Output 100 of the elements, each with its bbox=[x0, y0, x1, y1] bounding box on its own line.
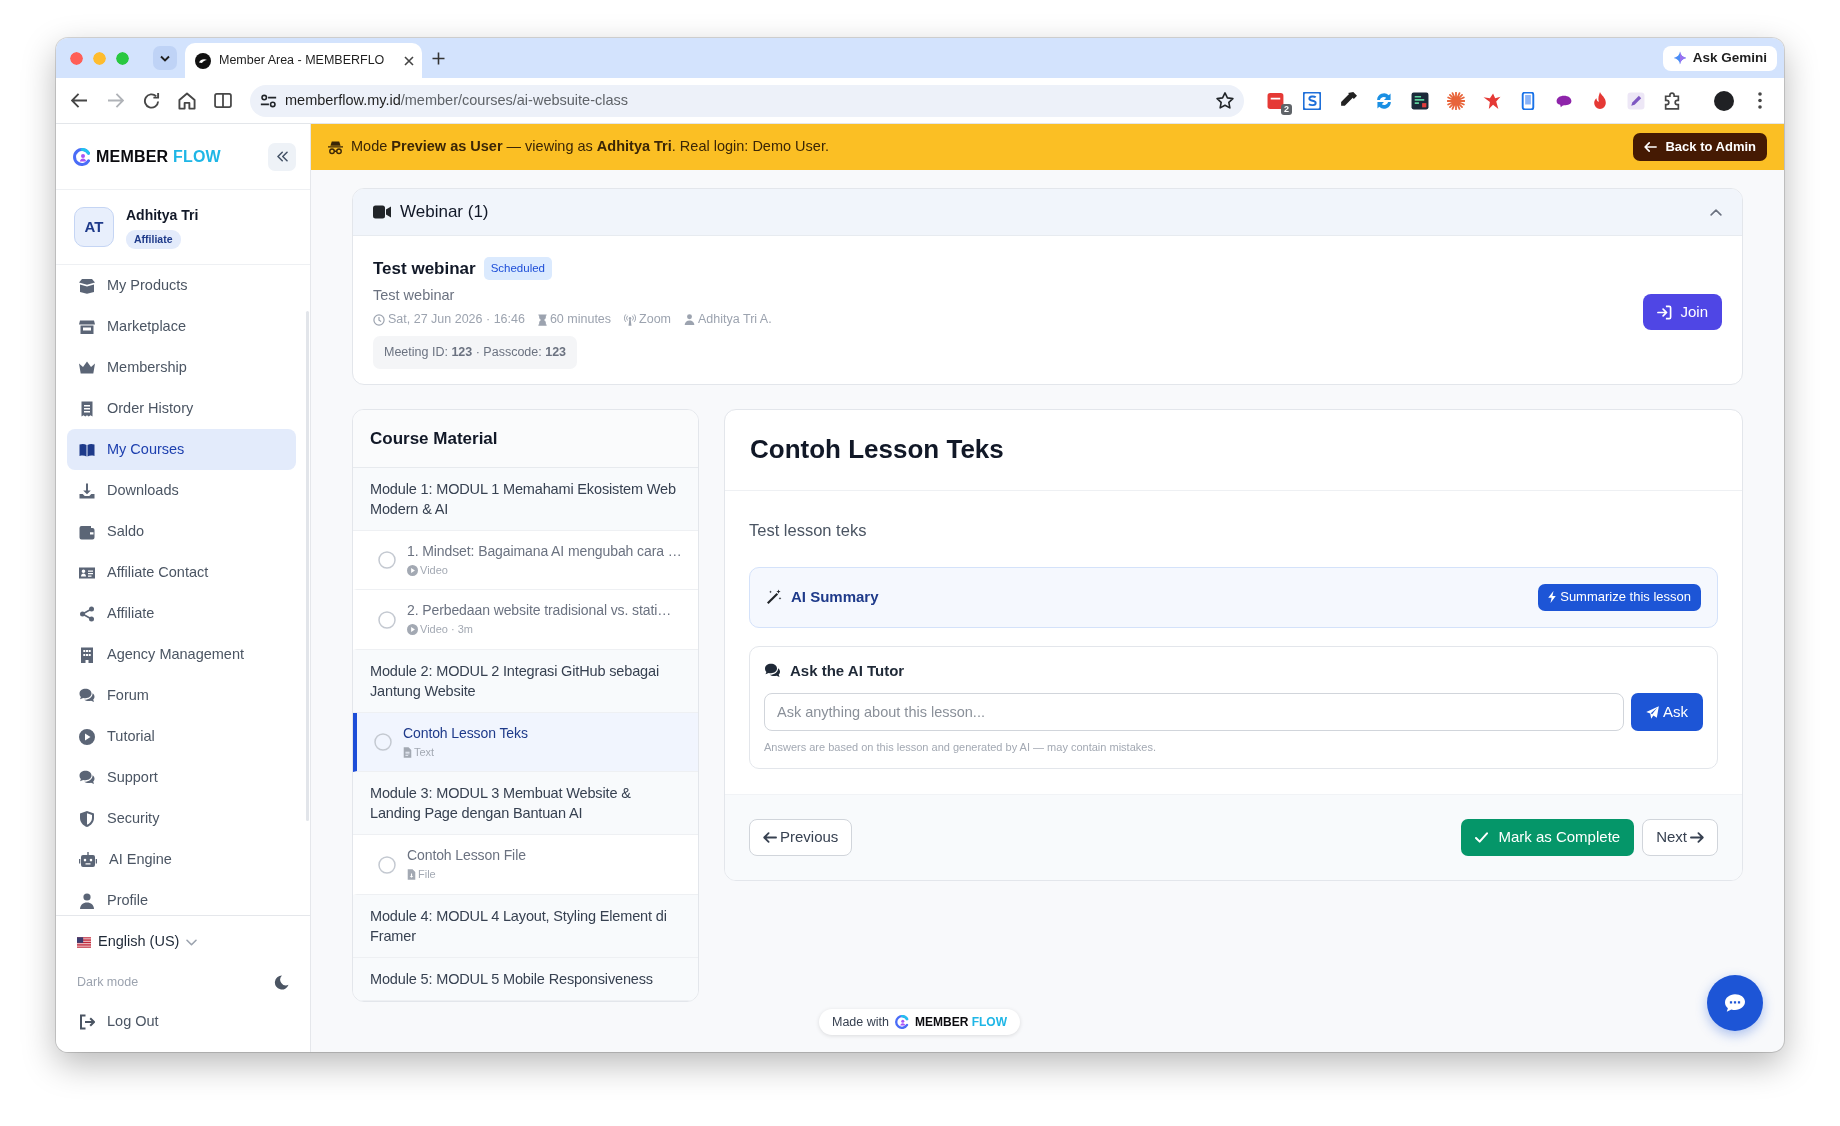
sidebar-item[interactable]: Affiliate bbox=[67, 593, 296, 634]
robot-icon bbox=[79, 851, 97, 868]
double-chevron-icon bbox=[276, 151, 288, 162]
flag-icon bbox=[77, 936, 91, 948]
panel-title: Ask the AI Tutor bbox=[790, 660, 905, 681]
tab-title: Member Area - MEMBERFLO bbox=[219, 52, 386, 70]
forward-arrow-icon bbox=[106, 93, 124, 108]
bolt-icon bbox=[1548, 591, 1557, 603]
split-view-icon bbox=[214, 93, 232, 108]
avatar-icon bbox=[1714, 90, 1734, 111]
summarize-button[interactable]: Summarize this lesson bbox=[1538, 583, 1701, 611]
webinar-detail: Zoom bbox=[624, 310, 672, 329]
sidebar-item[interactable]: Downloads bbox=[67, 470, 296, 511]
sidebar-item[interactable]: Affiliate Contact bbox=[67, 552, 296, 593]
chevron-down-icon bbox=[186, 938, 198, 946]
url-text: memberflow.my.id/member/courses/ai-websuite-class bbox=[285, 90, 629, 110]
panel-title: AI Summary bbox=[791, 586, 879, 607]
module-title: Module 1: MODUL 1 Memahami Ekosistem Web Modern & AI bbox=[353, 467, 698, 531]
logo-icon bbox=[73, 147, 91, 166]
check-icon bbox=[1475, 831, 1489, 843]
mark-complete-button[interactable]: Mark as Complete bbox=[1461, 818, 1635, 856]
dark-mode-toggle[interactable] bbox=[274, 974, 289, 990]
magic-wand-icon bbox=[766, 589, 782, 605]
chat-bubbles-icon bbox=[764, 662, 781, 679]
question-input[interactable]: Ask anything about this lesson... bbox=[764, 693, 1624, 731]
next-button[interactable]: Next bbox=[1642, 818, 1718, 856]
user-avatar: AT bbox=[74, 207, 114, 247]
ask-gemini-button[interactable]: Ask Gemini bbox=[1662, 45, 1777, 71]
moon-icon bbox=[274, 974, 289, 990]
module-title: Module 3: MODUL 3 Membuat Website & Landing Page dengan Bantuan AI bbox=[353, 772, 698, 836]
lesson-meta: Video · 3m bbox=[407, 621, 690, 638]
site-settings-icon[interactable] bbox=[260, 93, 277, 108]
logout-link[interactable]: Log Out bbox=[56, 1002, 310, 1042]
lesson-text: Test lesson teks bbox=[749, 519, 868, 541]
extension-button[interactable]: 2 bbox=[1258, 84, 1294, 117]
language-selector[interactable]: English (US) bbox=[56, 922, 219, 962]
webinar-detail: 60 minutes bbox=[537, 310, 612, 329]
disclaimer-text: Answers are based on this lesson and generated by AI — may contain mistakes. bbox=[764, 740, 1157, 755]
collapse-sidebar-button[interactable] bbox=[268, 142, 296, 171]
lesson-heading: Contoh Lesson Teks bbox=[750, 434, 1004, 466]
brand-name: MEMBER FLOW bbox=[915, 1014, 1007, 1031]
join-button[interactable]: Join bbox=[1643, 294, 1722, 331]
back-arrow-icon bbox=[70, 93, 88, 108]
sidebar-item[interactable]: Saldo bbox=[67, 511, 296, 552]
sidebar-item[interactable]: Profile bbox=[67, 880, 296, 915]
more-options-icon bbox=[1758, 92, 1762, 109]
box-icon bbox=[79, 277, 95, 294]
person-icon bbox=[684, 314, 696, 326]
module-title: Module 2: MODUL 2 Integrasi GitHub sebagai Jantung Website bbox=[353, 649, 698, 713]
star-icon[interactable] bbox=[1216, 92, 1234, 109]
sidebar-item[interactable]: Security bbox=[67, 798, 296, 839]
sidebar-item[interactable]: Membership bbox=[67, 347, 296, 388]
person-icon bbox=[79, 892, 95, 909]
chat-bubbles-icon bbox=[79, 687, 95, 704]
sidebar-item[interactable]: Tutorial bbox=[67, 716, 296, 757]
panel-title: Course Material bbox=[353, 409, 698, 468]
tab-search-button[interactable] bbox=[153, 46, 177, 70]
address-bar[interactable]: memberflow.my.id/member/courses/ai-websuite-class bbox=[250, 84, 1244, 117]
lesson-title: 2. Perbedaan website tradisional vs. stati… bbox=[407, 601, 673, 621]
sidebar-item[interactable]: Forum bbox=[67, 675, 296, 716]
new-tab-button[interactable] bbox=[432, 51, 445, 65]
building-icon bbox=[79, 646, 95, 663]
sidebar-item[interactable]: Order History bbox=[67, 388, 296, 429]
sidebar-item[interactable]: Agency Management bbox=[67, 634, 296, 675]
sparkle-icon bbox=[1672, 51, 1687, 65]
ask-button[interactable]: Ask bbox=[1631, 693, 1703, 731]
video-camera-icon bbox=[373, 205, 391, 219]
chat-button[interactable] bbox=[1707, 975, 1763, 1031]
lesson-item[interactable]: Contoh Lesson Teks Text bbox=[353, 712, 698, 773]
lesson-title: 1. Mindset: Bagaimana AI mengubah cara … bbox=[407, 541, 683, 561]
made-with-badge[interactable]: Made with MEMBER FLOW bbox=[819, 1009, 1020, 1035]
clock-icon bbox=[373, 313, 385, 326]
arrow-right-icon bbox=[1690, 831, 1704, 843]
arrow-left-icon bbox=[1644, 142, 1658, 152]
lesson-meta: Text bbox=[403, 743, 690, 761]
user-name: Adhitya Tri bbox=[126, 205, 199, 225]
panel-title: Webinar (1) bbox=[400, 201, 489, 224]
chevron-up-icon[interactable] bbox=[1710, 208, 1722, 216]
shield-icon bbox=[79, 810, 95, 827]
hourglass-icon bbox=[537, 313, 547, 326]
previous-button[interactable]: Previous bbox=[749, 818, 853, 856]
module-title: Module 5: MODUL 5 Mobile Responsiveness bbox=[353, 957, 698, 1001]
lesson-meta: Video bbox=[407, 561, 690, 579]
file-download-icon bbox=[407, 869, 416, 880]
role-badge: Affiliate bbox=[126, 229, 181, 250]
incognito-icon bbox=[328, 139, 343, 155]
browser-tab[interactable]: Member Area - MEMBERFLO bbox=[185, 43, 422, 78]
sidebar-item[interactable]: My Products bbox=[67, 265, 296, 306]
back-to-admin-button[interactable]: Back to Admin bbox=[1633, 133, 1767, 161]
chat-bubbles-icon bbox=[79, 769, 95, 786]
sidebar-item[interactable]: Marketplace bbox=[67, 306, 296, 347]
sync-icon bbox=[1375, 91, 1393, 110]
reload-icon bbox=[142, 92, 160, 109]
pencil-icon bbox=[1627, 91, 1645, 110]
badge-count: 2 bbox=[1281, 103, 1292, 115]
sidebar-item[interactable]: AI Engine bbox=[67, 839, 296, 880]
sidebar-item[interactable]: My Courses bbox=[67, 429, 296, 470]
sidebar-item[interactable]: Support bbox=[67, 757, 296, 798]
close-tab-button[interactable] bbox=[404, 55, 414, 66]
play-icon bbox=[407, 564, 418, 576]
